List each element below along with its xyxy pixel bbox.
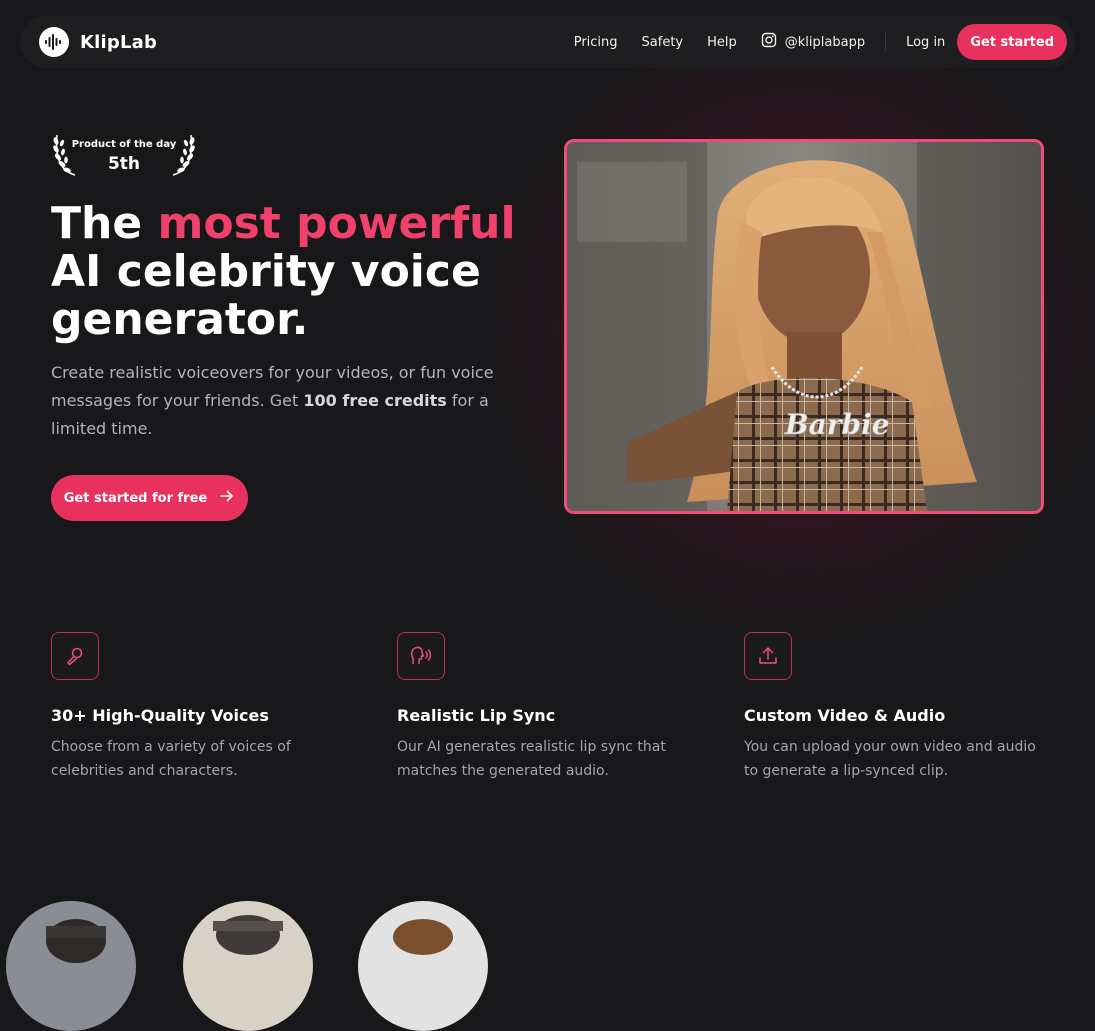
brand-name: KlipLab (80, 31, 158, 53)
waveform-logo-icon (39, 27, 69, 57)
instagram-icon (761, 32, 777, 52)
navbar: KlipLab Pricing Safety Help @kliplabapp … (20, 16, 1075, 68)
feature-title: Custom Video & Audio (744, 706, 946, 725)
instagram-handle: @kliplabapp (784, 34, 866, 50)
badge-label: Product of the day (71, 139, 177, 150)
product-of-the-day-badge: Product of the day 5th (51, 131, 197, 179)
video-still-image: Barbie (567, 142, 1041, 511)
feature-description: Our AI generates realistic lip sync that… (397, 739, 666, 779)
nav-links: Pricing Safety Help @kliplabapp Log in G… (574, 24, 1067, 60)
feature-voices: 30+ High-Quality Voices Choose from a va… (51, 632, 371, 783)
login-link[interactable]: Log in (906, 35, 945, 50)
subtext-highlight: 100 free credits (303, 391, 447, 410)
headline-intro: The (51, 198, 158, 249)
feature-description: You can upload your own video and audio … (744, 739, 1036, 779)
necklace-text: Barbie (784, 408, 890, 441)
get-started-button[interactable]: Get started (957, 24, 1067, 60)
hero-subtext: Create realistic voiceovers for your vid… (51, 359, 521, 443)
celebrity-avatar (358, 901, 488, 1031)
speaking-head-icon (397, 632, 445, 680)
nav-divider (885, 33, 887, 51)
upload-icon (744, 632, 792, 680)
brand-logo[interactable]: KlipLab (39, 27, 157, 57)
nav-link-help[interactable]: Help (707, 35, 737, 50)
feature-title: 30+ High-Quality Voices (51, 706, 269, 725)
badge-rank: 5th (107, 154, 141, 174)
get-started-free-label: Get started for free (63, 490, 208, 506)
celebrity-avatar (183, 901, 313, 1031)
microphone-icon (51, 632, 99, 680)
headline-accent: most powerful (157, 198, 516, 249)
celebrity-avatar (6, 901, 136, 1031)
instagram-link[interactable]: @kliplabapp (761, 32, 865, 52)
feature-description: Choose from a variety of voices of celeb… (51, 739, 291, 779)
feature-title: Realistic Lip Sync (397, 706, 556, 725)
feature-lip-sync: Realistic Lip Sync Our AI generates real… (397, 632, 717, 783)
feature-custom-upload: Custom Video & Audio You can upload your… (744, 632, 1064, 783)
arrow-right-icon (219, 488, 235, 508)
get-started-free-button[interactable]: Get started for free (51, 475, 248, 521)
nav-link-pricing[interactable]: Pricing (574, 35, 618, 50)
headline-rest: AI celebrity voice generator. (51, 246, 481, 345)
demo-video[interactable]: Barbie (564, 139, 1044, 514)
hero-headline: The most powerful AI celebrity voice gene… (51, 200, 551, 344)
nav-link-safety[interactable]: Safety (642, 35, 684, 50)
